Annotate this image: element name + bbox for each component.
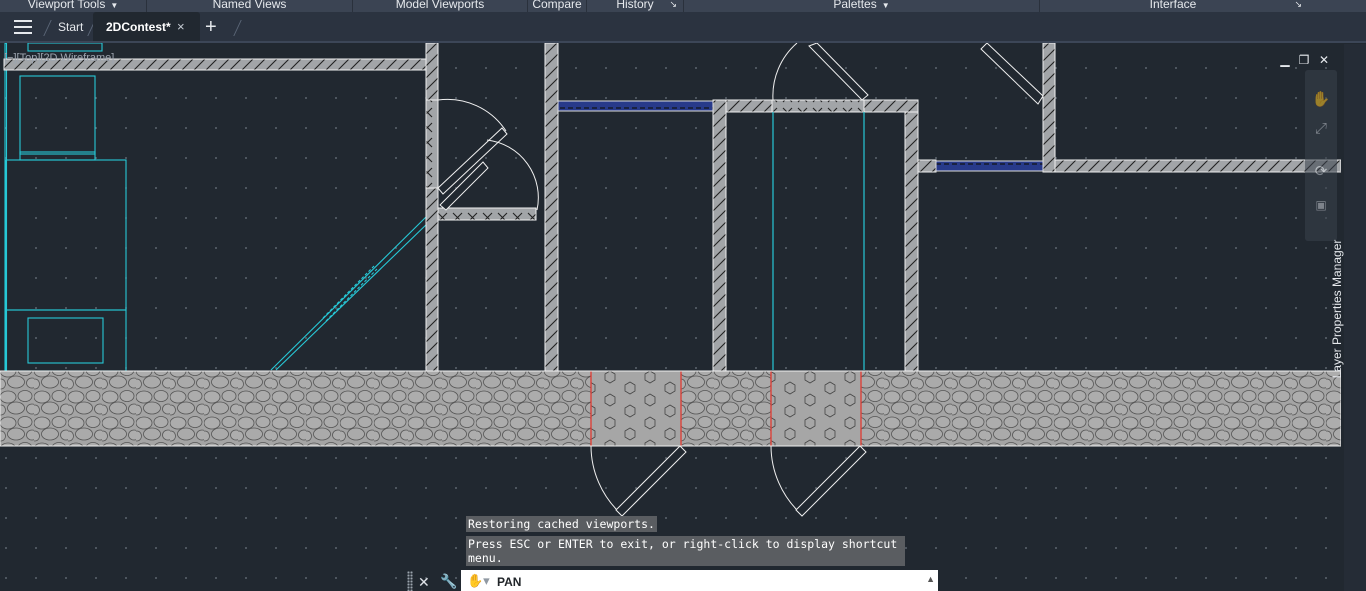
ribbon-panel-label: Palettes bbox=[833, 0, 877, 11]
ribbon-panel-label: Model Viewports bbox=[395, 0, 485, 11]
ribbon-panel-label: Named Views bbox=[212, 0, 287, 11]
command-line-grip[interactable] bbox=[407, 571, 413, 591]
wrench-icon[interactable]: 🔧 bbox=[440, 573, 457, 590]
tab-label: 2DContest* bbox=[106, 20, 171, 34]
ribbon-panel-label: Interface bbox=[1149, 0, 1197, 11]
ribbon-panel-compare[interactable]: Compare bbox=[528, 0, 587, 12]
file-tab-bar: Start 2DContest* × + bbox=[0, 12, 1366, 43]
new-tab-icon[interactable]: + bbox=[205, 17, 217, 37]
viewport-close-icon[interactable]: ✕ bbox=[1318, 53, 1330, 67]
ribbon-panel-model-viewports[interactable]: Model Viewports bbox=[353, 0, 528, 12]
layer-properties-manager-title[interactable]: Layer Properties Manager bbox=[1330, 189, 1344, 429]
drawing-canvas[interactable] bbox=[0, 43, 1341, 591]
viewport-label[interactable]: [−][Top][2D Wireframe] bbox=[4, 52, 114, 64]
recent-commands-icon[interactable]: ✋▾ bbox=[467, 573, 490, 589]
tab-separator bbox=[43, 20, 52, 36]
command-text: PAN bbox=[497, 575, 522, 589]
ribbon-panel-bar: Viewport Tools ▼ Named Views Model Viewpo… bbox=[0, 0, 1366, 12]
ribbon-panel-label: Compare bbox=[532, 0, 582, 11]
layer-properties-palette[interactable] bbox=[1344, 44, 1366, 591]
ribbon-panel-history[interactable]: History ↘ bbox=[587, 0, 684, 12]
ribbon-panel-label: Viewport Tools bbox=[27, 0, 106, 11]
ribbon-panel-viewport-tools[interactable]: Viewport Tools ▼ bbox=[0, 0, 147, 12]
orbit-icon[interactable]: ⟳ bbox=[1311, 162, 1331, 180]
chevron-up-icon[interactable]: ▲ bbox=[926, 574, 935, 584]
command-history-line: Press ESC or ENTER to exit, or right-cli… bbox=[466, 536, 905, 566]
close-icon[interactable]: × bbox=[177, 20, 185, 34]
viewport-restore-icon[interactable]: ❐ bbox=[1298, 53, 1310, 67]
tab-separator bbox=[233, 20, 242, 36]
ribbon-panel-palettes[interactable]: Palettes ▼ bbox=[684, 0, 1040, 12]
tab-start[interactable]: Start bbox=[58, 12, 83, 42]
viewport-minimize-icon[interactable]: ▁ bbox=[1279, 53, 1291, 67]
menu-icon[interactable] bbox=[14, 20, 32, 34]
command-line-input[interactable]: ✋▾ PAN ▲ bbox=[461, 570, 938, 591]
dialog-launcher-icon[interactable]: ↘ bbox=[669, 0, 677, 12]
exterior-stone-wall bbox=[0, 370, 1341, 447]
command-history-line: Restoring cached viewports. bbox=[466, 516, 657, 532]
pan-icon[interactable]: ✋ bbox=[1311, 90, 1331, 108]
ribbon-panel-named-views[interactable]: Named Views bbox=[147, 0, 353, 12]
chevron-down-icon[interactable]: ▼ bbox=[110, 1, 118, 10]
dialog-launcher-icon[interactable]: ↘ bbox=[1294, 0, 1302, 12]
ribbon-panel-interface[interactable]: Interface ↘ bbox=[1040, 0, 1306, 12]
close-icon[interactable]: ✕ bbox=[418, 574, 430, 591]
showmotion-icon[interactable]: ▣ bbox=[1311, 198, 1331, 212]
chevron-down-icon[interactable]: ▼ bbox=[882, 1, 890, 10]
zoom-extents-icon[interactable]: ⤢ bbox=[1311, 120, 1331, 137]
grid bbox=[0, 43, 1341, 591]
ribbon-panel-label: History bbox=[616, 0, 654, 11]
tab-active-drawing[interactable]: 2DContest* × bbox=[93, 12, 200, 42]
